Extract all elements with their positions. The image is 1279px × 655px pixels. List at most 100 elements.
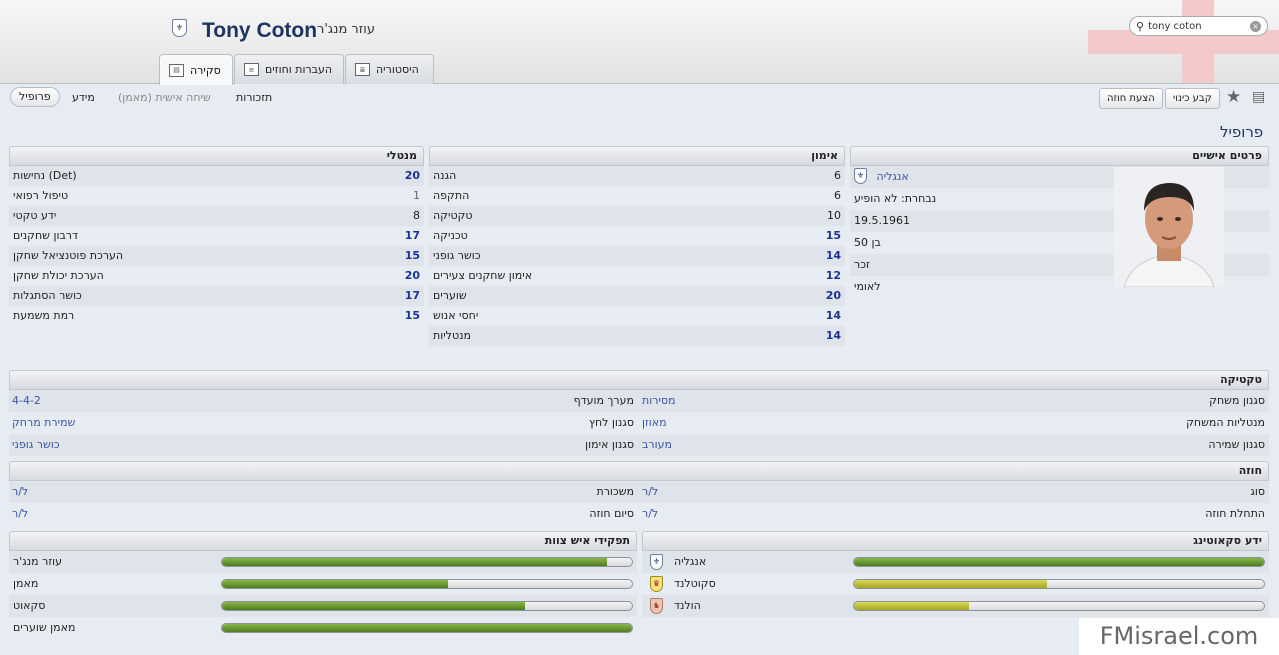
scouting-knowledge-bar bbox=[853, 579, 1265, 589]
star-icon[interactable]: ★ bbox=[1226, 87, 1241, 107]
scouting-row: ⚜ אנגליה bbox=[642, 551, 1269, 573]
mental-attr-label: ידע טקטי bbox=[13, 209, 57, 222]
contract-panel: חוזה סוג ל/ר משכורת ל/ר התחלת חוזה ל/ר סיום חו… bbox=[9, 461, 1269, 525]
training-panel: אימון הגנה 6 התקפה 6 טקטיקה 10 טכניקה 15 כושר גו… bbox=[429, 146, 845, 346]
scouting-knowledge-bar bbox=[853, 601, 1265, 611]
mental-attr-value: 20 bbox=[404, 169, 420, 182]
staff-role-bar bbox=[221, 601, 633, 611]
scouting-nation-label[interactable]: סקוטלנד bbox=[674, 573, 716, 595]
tactics-value[interactable]: כושר גופני bbox=[12, 434, 60, 456]
mental-attr-value: 17 bbox=[404, 229, 420, 242]
mental-attr-label: נחישות (Det) bbox=[13, 169, 77, 182]
contract-value[interactable]: ל/ר bbox=[12, 481, 28, 503]
contract-value[interactable]: ל/ר bbox=[642, 481, 658, 503]
netherlands-crest-icon: ♞ bbox=[650, 598, 663, 614]
contract-label: התחלת חוזה bbox=[1205, 507, 1265, 520]
tab-history[interactable]: ≣ היסטוריה bbox=[345, 54, 434, 84]
nation-value[interactable]: אנגליה bbox=[877, 170, 909, 183]
scotland-crest-icon: ♛ bbox=[650, 576, 663, 592]
add-note-icon[interactable]: ▤ bbox=[1252, 89, 1265, 105]
scouting-row: ♞ הולנד bbox=[642, 595, 1269, 617]
tactics-value[interactable]: 4-4-2 bbox=[12, 390, 41, 412]
training-attr-value: 12 bbox=[825, 269, 841, 282]
staff-role-bar-fill bbox=[222, 558, 608, 566]
training-row: אימון שחקנים צעירים 12 bbox=[429, 266, 845, 286]
scouting-knowledge-bar bbox=[853, 557, 1265, 567]
mental-row: ידע טקטי 8 bbox=[9, 206, 424, 226]
staff-role-bar-fill bbox=[222, 624, 632, 632]
person-photo bbox=[1114, 167, 1224, 287]
scouting-knowledge-bar-fill bbox=[854, 580, 1047, 588]
staff-role-bar bbox=[221, 623, 633, 633]
contract-value[interactable]: ל/ר bbox=[12, 503, 28, 525]
clear-search-icon[interactable]: × bbox=[1250, 20, 1261, 32]
training-row: שוערים 20 bbox=[429, 286, 845, 306]
staff-role-label: מאמן bbox=[13, 577, 39, 590]
contract-row: סוג ל/ר משכורת ל/ר bbox=[9, 481, 1269, 503]
scouting-row: ♛ סקוטלנד bbox=[642, 573, 1269, 595]
staff-role-row: מאמן bbox=[9, 573, 637, 595]
tactics-value[interactable]: מסירות bbox=[642, 390, 676, 412]
mental-attr-value: 15 bbox=[404, 309, 420, 322]
mental-row: טיפול רפואי 1 bbox=[9, 186, 424, 206]
training-attr-label: מנטליות bbox=[433, 329, 471, 342]
training-row: מנטליות 14 bbox=[429, 326, 845, 346]
tactics-label: מערך מועדף bbox=[573, 394, 634, 407]
staff-role-bar bbox=[221, 579, 633, 589]
scouting-nation-label[interactable]: הולנד bbox=[674, 595, 701, 617]
mental-attr-label: כושר הסתגלות bbox=[13, 289, 82, 302]
contract-value[interactable]: ל/ר bbox=[642, 503, 658, 525]
contract-label: סיום חוזה bbox=[589, 507, 634, 520]
tab-transfers-contracts[interactable]: ≡ העברות וחוזים bbox=[234, 54, 344, 84]
contract-label: סוג bbox=[1250, 485, 1265, 498]
scouting-knowledge-bar-fill bbox=[854, 602, 969, 610]
nationality-value: לאומי bbox=[854, 280, 881, 293]
tactics-value[interactable]: שמירת מרחק bbox=[12, 412, 75, 434]
mental-attr-value: 8 bbox=[413, 209, 420, 222]
propose-contract-button[interactable]: הצעת חוזה bbox=[1099, 88, 1163, 109]
person-name: Tony Coton bbox=[202, 19, 318, 42]
tab-overview-label: סקירה bbox=[190, 63, 221, 77]
training-attr-value: 20 bbox=[825, 289, 841, 302]
tactics-value[interactable]: מעורב bbox=[642, 434, 672, 456]
training-attr-label: כושר גופני bbox=[433, 249, 481, 262]
tactics-label: סגנון שמירה bbox=[1208, 438, 1265, 451]
subnav-info[interactable]: מידע bbox=[72, 91, 95, 104]
tactics-label: סגנון אימון bbox=[585, 438, 634, 451]
staff-role-bar-fill bbox=[222, 602, 526, 610]
search-box[interactable]: ⚲ tony coton × bbox=[1129, 16, 1268, 36]
notepad-icon: ≣ bbox=[355, 63, 370, 76]
training-row: יחסי אנוש 14 bbox=[429, 306, 845, 326]
tactics-value[interactable]: מאוזן bbox=[642, 412, 667, 434]
training-attr-value: 14 bbox=[825, 329, 841, 342]
search-input[interactable]: tony coton bbox=[1148, 21, 1201, 32]
scouting-knowledge-bar-fill bbox=[854, 558, 1264, 566]
training-row: הגנה 6 bbox=[429, 166, 845, 186]
scouting-nation-label[interactable]: אנגליה bbox=[674, 551, 706, 573]
england-crest-icon: ⚜ bbox=[650, 554, 663, 570]
tactics-panel: טקטיקה סגנון משחק מסירות מערך מועדף 4-4-2 מנ… bbox=[9, 370, 1269, 456]
person-role: עוזר מנג'ר bbox=[317, 22, 375, 37]
tactics-label: מנטליות המשחק bbox=[1186, 416, 1265, 429]
section-title: פרופיל bbox=[1220, 123, 1264, 141]
mental-attr-value: 17 bbox=[404, 289, 420, 302]
staff-roles-header: תפקידי איש צוות bbox=[9, 531, 637, 551]
training-header: אימון bbox=[429, 146, 845, 166]
national-caps-value: נבחרת: לא הופיע bbox=[854, 192, 937, 205]
search-icon: ⚲ bbox=[1136, 19, 1145, 33]
mental-row: דרבון שחקנים 17 bbox=[9, 226, 424, 246]
subnav-reminders[interactable]: תזכורות bbox=[236, 91, 272, 104]
document-icon: ≡ bbox=[244, 63, 259, 76]
staff-role-bar bbox=[221, 557, 633, 567]
staff-role-bar-fill bbox=[222, 580, 448, 588]
mental-attr-label: דרבון שחקנים bbox=[13, 229, 79, 242]
mental-attr-value: 15 bbox=[404, 249, 420, 262]
tab-overview[interactable]: ▤ סקירה bbox=[159, 54, 233, 85]
subnav-chat[interactable]: שיחה אישית (מאמן) bbox=[118, 91, 211, 104]
training-row: התקפה 6 bbox=[429, 186, 845, 206]
set-nickname-button[interactable]: קבע כינוי bbox=[1165, 88, 1220, 109]
contract-label: משכורת bbox=[596, 485, 634, 498]
subnav-profile[interactable]: פרופיל bbox=[10, 87, 60, 107]
mental-row: הערכת פוטנציאל שחקן 15 bbox=[9, 246, 424, 266]
watermark: FMisrael.com bbox=[1079, 618, 1279, 655]
